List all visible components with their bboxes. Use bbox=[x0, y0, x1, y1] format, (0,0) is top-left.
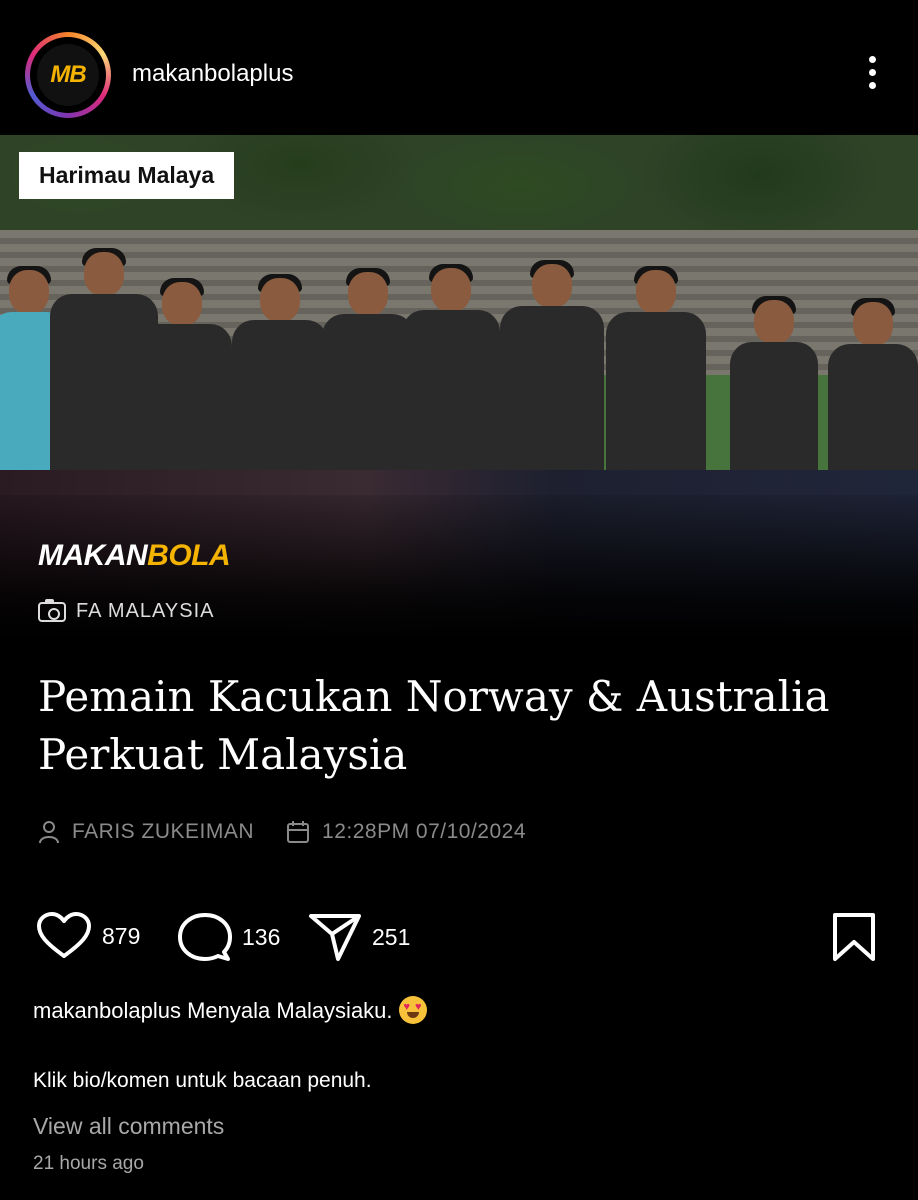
post-header: MB makanbolaplus bbox=[0, 0, 918, 135]
post-timestamp: 21 hours ago bbox=[33, 1153, 144, 1174]
author-name: FARIS ZUKEIMAN bbox=[72, 820, 255, 843]
person-icon bbox=[39, 821, 59, 844]
brand-logo: MAKANBOLA bbox=[38, 539, 231, 572]
article-meta: FARIS ZUKEIMAN 12:28PM 07/10/2024 bbox=[38, 820, 558, 844]
camera-icon bbox=[38, 598, 66, 622]
username-link[interactable]: makanbolaplus bbox=[132, 60, 293, 88]
view-all-comments-link[interactable]: View all comments bbox=[33, 1113, 224, 1140]
share-button[interactable]: 251 bbox=[308, 912, 410, 962]
avatar[interactable]: MB bbox=[25, 32, 111, 118]
category-tag: Harimau Malaya bbox=[19, 152, 235, 199]
post-caption: makanbolaplus Menyala Malaysiaku. bbox=[33, 996, 427, 1024]
post-actions: 879 136 251 bbox=[36, 912, 882, 968]
heart-icon bbox=[37, 912, 91, 958]
share-count: 251 bbox=[372, 923, 411, 950]
heart-eyes-emoji-icon bbox=[398, 996, 427, 1024]
more-options-icon[interactable] bbox=[866, 56, 878, 94]
caption-line-2: Klik bio/komen untuk bacaan penuh. bbox=[33, 1069, 372, 1092]
caption-text: Menyala Malaysiaku. bbox=[187, 998, 393, 1023]
calendar-icon bbox=[287, 821, 310, 843]
photo-credit: FA MALAYSIA bbox=[38, 598, 215, 623]
like-button[interactable]: 879 bbox=[36, 912, 140, 960]
post-headline: Pemain Kacukan Norway & Australia Perkua… bbox=[38, 672, 830, 779]
comment-icon bbox=[178, 913, 232, 961]
photo-credit-label: FA MALAYSIA bbox=[76, 600, 215, 622]
save-button[interactable] bbox=[832, 912, 876, 962]
like-count: 879 bbox=[102, 922, 141, 949]
team-players bbox=[0, 240, 918, 500]
comment-count: 136 bbox=[242, 923, 281, 950]
publish-datetime: 12:28PM 07/10/2024 bbox=[322, 820, 527, 843]
comment-button[interactable]: 136 bbox=[176, 912, 280, 962]
send-icon bbox=[309, 914, 361, 961]
bookmark-icon bbox=[833, 913, 875, 961]
avatar-logo: MB bbox=[37, 44, 99, 106]
caption-username[interactable]: makanbolaplus bbox=[33, 998, 181, 1023]
